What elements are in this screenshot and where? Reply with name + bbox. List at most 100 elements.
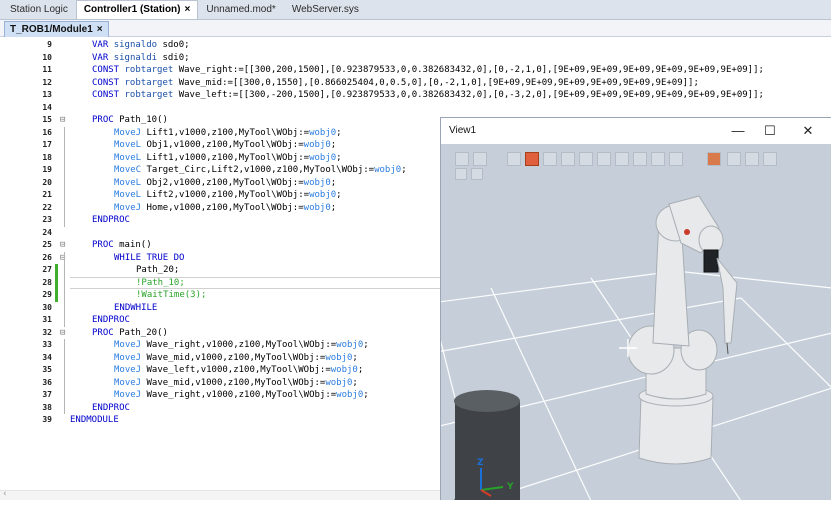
stop-icon[interactable] — [471, 168, 483, 180]
measure-angle-icon[interactable] — [745, 152, 759, 166]
code-line[interactable]: 11 CONST robtarget Wave_right:=[[300,200,… — [0, 64, 831, 76]
code-token: MoveJ — [114, 365, 142, 375]
code-line[interactable]: 14 — [0, 102, 831, 114]
snap-icon[interactable] — [473, 152, 487, 166]
code-token: wobj0 — [336, 390, 364, 400]
code-token: Wave_mid,v1000,z100,MyTool\WObj:= — [141, 377, 326, 388]
play-icon[interactable] — [455, 168, 467, 180]
line-number: 24 — [42, 227, 52, 237]
code-token: ; — [352, 352, 358, 363]
fold-toggle-icon[interactable]: ⊟ — [60, 239, 68, 251]
code-token: ; — [336, 127, 342, 138]
snap-object-icon[interactable] — [543, 152, 557, 166]
code-text: WHILE TRUE DO — [114, 252, 184, 264]
tab-unnamed-mod[interactable]: Unnamed.mod* — [198, 0, 283, 19]
code-line[interactable]: 12 CONST robtarget Wave_mid:=[[300,0,1550… — [0, 77, 831, 89]
selection-level-icon[interactable] — [525, 152, 539, 166]
code-text: !WaitTime(3); — [136, 289, 206, 301]
view1-titlebar[interactable]: View1 — ☐ ✕ — [441, 118, 831, 144]
close-icon[interactable]: × — [97, 22, 103, 37]
snap-grid-icon[interactable] — [633, 152, 647, 166]
fold-toggle-icon[interactable]: ⊟ — [60, 114, 68, 126]
code-token: ENDPROC — [92, 315, 130, 325]
snap-local-icon[interactable] — [669, 152, 683, 166]
code-text: PROC Path_20() — [92, 327, 168, 339]
code-token: Home,v1000,z100,MyTool\WObj:= — [141, 202, 304, 213]
code-token: Wave_right,v1000,z100,MyTool\WObj:= — [141, 340, 337, 350]
code-token: MoveJ — [114, 127, 142, 138]
code-text: ENDMODULE — [70, 414, 119, 426]
code-text: MoveC Target_Circ,Lift2,v1000,z100,MyToo… — [114, 164, 407, 176]
measure-icon[interactable] — [727, 152, 741, 166]
close-icon[interactable]: × — [185, 1, 191, 19]
line-number: 36 — [42, 377, 52, 387]
code-token: signaldi — [113, 52, 158, 63]
checker-icon[interactable] — [707, 152, 721, 166]
tab-station-logic[interactable]: Station Logic — [2, 0, 76, 19]
code-token: ENDWHILE — [114, 302, 158, 313]
line-number: 21 — [42, 190, 52, 199]
code-token: wobj0 — [303, 140, 331, 150]
code-token: signaldo — [113, 40, 158, 50]
tab-label: Station Logic — [10, 4, 68, 15]
tab-label: Controller1 (Station) — [83, 4, 181, 15]
tab-controller1-station[interactable]: Controller1 (Station) × — [75, 0, 199, 19]
code-token: MoveJ — [114, 390, 142, 400]
snap-surface-icon[interactable] — [651, 152, 665, 166]
line-number: 18 — [42, 152, 52, 162]
snap-mid-icon[interactable] — [615, 152, 629, 166]
maximize-button[interactable]: ☐ — [761, 122, 779, 140]
line-number: 34 — [42, 352, 52, 362]
code-line[interactable]: 10 VAR signaldi sdi0; — [0, 52, 831, 64]
code-token: ; — [357, 365, 364, 375]
fold-toggle-icon[interactable]: ⊟ — [60, 327, 68, 339]
measure-distance-icon[interactable] — [763, 152, 777, 166]
code-token: Lift1,v1000,z100,MyTool\WObj:= — [141, 152, 310, 163]
tab-module1[interactable]: T_ROB1/Module1 × — [4, 21, 109, 37]
line-number: 35 — [42, 365, 52, 374]
line-number: 11 — [42, 65, 52, 74]
axis-z-label: Z — [477, 458, 484, 468]
line-number: 17 — [42, 140, 52, 149]
code-line[interactable]: 13 CONST robtarget Wave_left:=[[300,-200,… — [0, 89, 831, 101]
snap-center-icon[interactable] — [561, 152, 575, 166]
code-token: wobj0 — [330, 365, 358, 375]
tab-label: WebServer.sys — [291, 4, 359, 15]
code-token: ; — [352, 377, 358, 388]
code-token: wobj0 — [309, 152, 337, 163]
line-number: 9 — [47, 40, 52, 49]
code-token: ; — [363, 340, 369, 350]
scroll-left-icon[interactable]: ‹ — [3, 489, 7, 499]
code-token: PROC — [92, 240, 114, 250]
code-token: Path_20; — [136, 265, 180, 275]
code-token: PROC — [92, 115, 114, 125]
horizontal-scrollbar[interactable]: ‹ — [0, 489, 440, 500]
select-part-icon[interactable] — [507, 152, 521, 166]
minimize-button[interactable]: — — [729, 122, 747, 140]
code-token: Path_20() — [113, 327, 168, 338]
view1-window[interactable]: Z Y View1 — ☐ ✕ — [440, 117, 831, 500]
code-token: Wave_left:=[[300,-200,1500],[0.923879533… — [173, 90, 764, 100]
code-token: Path_10() — [113, 115, 168, 125]
code-token: WHILE — [114, 252, 142, 263]
code-text: MoveJ Wave_right,v1000,z100,MyTool\WObj:… — [114, 389, 369, 401]
code-token: Obj1,v1000,z100,MyTool\WObj:= — [141, 140, 304, 150]
code-text: MoveJ Wave_mid,v1000,z100,MyTool\WObj:=w… — [114, 377, 358, 389]
line-number: 20 — [42, 177, 52, 187]
code-line[interactable]: 9 VAR signaldo sdo0; — [0, 39, 831, 51]
fold-guide — [64, 251, 65, 327]
code-token: MoveJ — [114, 202, 142, 213]
code-token: ; — [330, 140, 337, 150]
code-token: DO — [173, 252, 185, 263]
select-icon[interactable] — [455, 152, 469, 166]
tab-webserver-sys[interactable]: WebServer.sys — [284, 0, 367, 19]
code-text: PROC Path_10() — [92, 114, 168, 126]
close-window-button[interactable]: ✕ — [799, 122, 817, 140]
snap-edge-icon[interactable] — [579, 152, 593, 166]
change-marker — [55, 264, 58, 302]
snap-end-icon[interactable] — [597, 152, 611, 166]
fold-guide — [64, 126, 65, 227]
line-number: 29 — [42, 290, 52, 299]
code-token: MoveL — [114, 152, 142, 163]
code-token: VAR — [92, 52, 109, 63]
